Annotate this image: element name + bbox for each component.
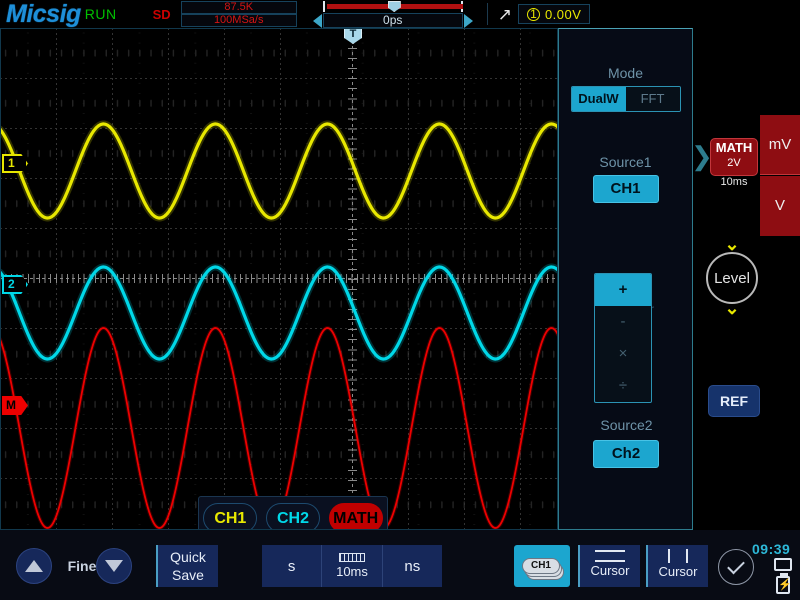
operator-option-divide[interactable]: ÷	[595, 370, 651, 402]
operator-list[interactable]: + - × ÷	[594, 273, 652, 403]
quick-save-button[interactable]: Quick Save	[156, 545, 218, 587]
divider	[487, 3, 488, 25]
increase-button[interactable]	[16, 548, 52, 584]
triangle-up-icon	[25, 560, 43, 572]
mode-option-dualw[interactable]: DualW	[572, 87, 626, 111]
waveform-plot[interactable]: T 1 2 M CH1 CH2 MATH	[0, 28, 558, 530]
source1-value-button[interactable]: CH1	[593, 175, 659, 203]
time-position-value[interactable]: 0ps	[323, 13, 463, 28]
vertical-cursor-label: Cursor	[648, 564, 708, 579]
trigger-level-knob[interactable]: Level	[706, 252, 758, 304]
panel-collapse-icon[interactable]: ❯	[691, 143, 703, 171]
trigger-source-icon: 1	[527, 8, 540, 21]
memory-info[interactable]: 87.5K 100MSa/s	[181, 1, 297, 27]
mode-option-fft[interactable]: FFT	[626, 87, 680, 111]
channel-stack-button[interactable]: CH1	[514, 545, 570, 587]
time-position-control[interactable]: 0ps	[313, 1, 473, 27]
system-clock: 09:39	[752, 541, 790, 557]
quick-save-line1: Quick	[158, 548, 218, 566]
mode-label: Mode	[559, 65, 692, 81]
math-settings-panel: Mode DualW FFT Source1 CH1 Operator + - …	[558, 28, 693, 530]
horizontal-cursor-icon	[595, 550, 625, 562]
channel-selector-overlay: CH1 CH2 MATH	[198, 496, 388, 530]
top-status-bar: Micsig RUN SD 87.5K 100MSa/s 0ps ↗ 1 0.0…	[0, 0, 800, 28]
timebase-control-group: s 10ms ns	[262, 545, 442, 587]
monitor-icon[interactable]	[774, 558, 792, 571]
source2-label: Source2	[559, 417, 694, 433]
storage-indicator: SD	[153, 7, 171, 22]
decrease-button[interactable]	[96, 548, 132, 584]
operator-option-multiply[interactable]: ×	[595, 338, 651, 370]
source1-label: Source1	[559, 154, 692, 170]
horizontal-cursor-label: Cursor	[580, 563, 640, 578]
math-badge-timebase: 10ms	[710, 176, 758, 188]
vertical-cursor-icon	[663, 549, 693, 563]
vertical-cursor-button[interactable]: Cursor	[646, 545, 708, 587]
quick-save-line2: Save	[158, 566, 218, 584]
time-shift-right-icon[interactable]	[464, 14, 473, 28]
unit-v-button[interactable]: V	[760, 176, 800, 236]
chevron-down-icon	[727, 557, 745, 575]
level-down-icon[interactable]: ⌄	[718, 304, 746, 314]
oscilloscope-screen: Micsig RUN SD 87.5K 100MSa/s 0ps ↗ 1 0.0…	[0, 0, 800, 600]
math-badge-scale: 2V	[711, 157, 757, 170]
rising-edge-icon[interactable]: ↗	[498, 6, 512, 23]
channel-button-math[interactable]: MATH	[329, 503, 383, 530]
channel-button-ch1[interactable]: CH1	[203, 503, 257, 530]
stack-top-label: CH1	[522, 558, 560, 574]
time-shift-left-icon[interactable]	[313, 14, 322, 28]
horizontal-cursor-button[interactable]: Cursor	[578, 545, 640, 587]
memory-depth-value: 87.5K	[181, 1, 297, 14]
brand-logo: Micsig	[6, 0, 81, 29]
operator-option-subtract[interactable]: -	[595, 306, 651, 338]
run-state-indicator[interactable]: RUN	[85, 6, 117, 22]
waveform-traces	[0, 28, 558, 530]
math-channel-badge[interactable]: MATH 2V	[710, 138, 758, 176]
sample-rate-value: 100MSa/s	[181, 14, 297, 27]
trigger-level-display[interactable]: 1 0.00V	[518, 4, 590, 24]
timebase-value-button[interactable]: 10ms	[322, 545, 382, 587]
battery-charging-icon[interactable]: ⚡	[776, 576, 790, 594]
unit-mv-button[interactable]: mV	[760, 115, 800, 175]
ref-button[interactable]: REF	[708, 385, 760, 417]
source2-value-button[interactable]: Ch2	[593, 440, 659, 468]
timebase-value-text: 10ms	[336, 564, 368, 579]
mode-toggle[interactable]: DualW FFT	[571, 86, 681, 112]
operator-option-add[interactable]: +	[595, 274, 651, 306]
memory-bar-handle[interactable]	[388, 1, 401, 12]
memory-position-bar[interactable]	[323, 1, 463, 12]
trigger-level-value: 0.00V	[545, 7, 581, 22]
expand-menu-button[interactable]	[718, 549, 754, 585]
timebase-seconds-button[interactable]: s	[262, 545, 322, 587]
math-badge-title: MATH	[711, 139, 757, 157]
ruler-icon	[339, 553, 365, 562]
level-up-icon[interactable]: ⌄	[718, 240, 746, 250]
channel-button-ch2[interactable]: CH2	[266, 503, 320, 530]
triangle-down-icon	[105, 560, 123, 572]
timebase-nanoseconds-button[interactable]: ns	[383, 545, 442, 587]
